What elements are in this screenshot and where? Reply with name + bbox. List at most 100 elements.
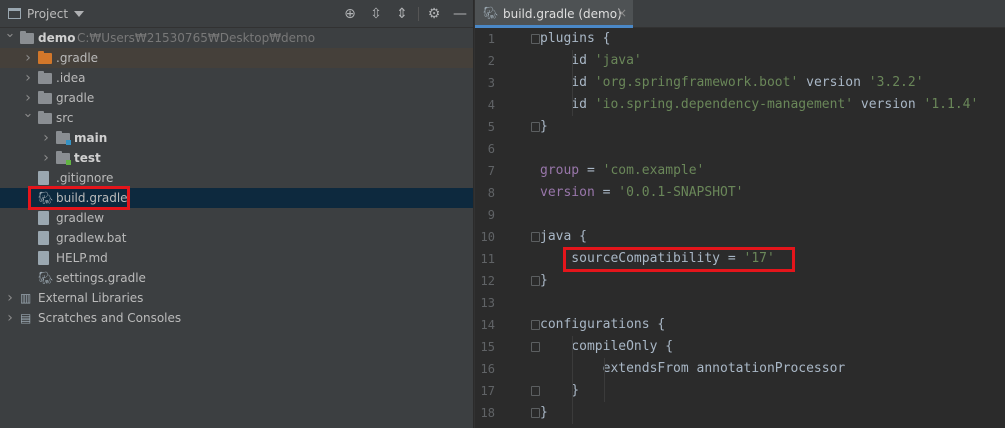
tree-item-label: .idea (56, 71, 86, 85)
tree-item-label: src (56, 111, 74, 125)
close-icon[interactable]: × (617, 6, 627, 20)
tree-item-label: gradlew.bat (56, 231, 127, 245)
folder-icon (38, 51, 52, 64)
fold-marker-icon[interactable] (531, 342, 540, 352)
folder-icon (56, 131, 71, 145)
chevron-down-icon[interactable]: ⌄ (22, 107, 34, 120)
code-line[interactable]: id 'org.springframework.boot' version '3… (540, 72, 923, 94)
folder-icon (20, 31, 34, 44)
tree-item-external-libraries[interactable]: › ▥ External Libraries (0, 288, 473, 308)
file-icon (38, 171, 49, 185)
code-line[interactable]: java { (540, 226, 587, 248)
chevron-down-icon[interactable] (74, 11, 84, 17)
fold-marker-icon[interactable] (531, 122, 540, 132)
tree-item-demo[interactable]: ⌄ demo C:₩Users₩21530765₩Desktop₩demo (0, 27, 473, 48)
code-line[interactable]: id 'java' (540, 50, 641, 72)
line-number: 14 (480, 318, 495, 332)
tree-item-gradlew[interactable]: gradlew (0, 208, 473, 228)
tree-item-label: test (74, 151, 101, 165)
project-panel: Project ⊕ ⇳ ⇕ ⚙ — ⌄ demo C:₩Users₩21530765… (0, 0, 473, 428)
tree-item-label: gradlew (56, 211, 105, 225)
code-line[interactable]: extendsFrom annotationProcessor (540, 358, 846, 380)
line-number: 18 (480, 406, 495, 420)
tree-item-test[interactable]: › test (0, 148, 473, 168)
project-header: Project ⊕ ⇳ ⇕ ⚙ — (0, 0, 473, 28)
code-line[interactable]: version = '0.0.1-SNAPSHOT' (540, 182, 744, 204)
chevron-right-icon[interactable]: › (22, 51, 34, 65)
tree-item-label: .gradle (56, 51, 99, 65)
line-number: 10 (480, 230, 495, 244)
fold-marker-icon[interactable] (531, 320, 540, 330)
code-line[interactable]: configurations { (540, 314, 665, 336)
code-area[interactable]: 1 plugins {2 id 'java' 3 id 'org.springfra… (475, 28, 1005, 428)
expand-all-icon[interactable]: ⇳ (367, 5, 385, 23)
fold-marker-icon[interactable] (531, 276, 540, 286)
editor-tabbar: 🐘︎ build.gradle (demo) × (475, 0, 1005, 28)
chevron-right-icon[interactable]: › (40, 151, 52, 165)
chevron-right-icon[interactable]: › (22, 71, 34, 85)
tree-item-label: External Libraries (38, 291, 144, 305)
line-number: 16 (480, 362, 495, 376)
tree-item-main[interactable]: › main (0, 128, 473, 148)
editor-panel: 🐘︎ build.gradle (demo) × 1 plugins { 2 id … (474, 0, 1005, 428)
line-number: 1 (487, 32, 495, 46)
chevron-right-icon[interactable]: › (40, 131, 52, 145)
code-line[interactable]: compileOnly { (540, 336, 673, 358)
line-number: 6 (487, 142, 495, 156)
code-line[interactable]: } (540, 116, 548, 138)
gear-icon[interactable]: ⚙ (425, 5, 443, 23)
code-line[interactable]: } (540, 402, 548, 424)
project-title[interactable]: Project (27, 7, 68, 21)
highlight-box-source-compat (563, 247, 795, 272)
chevron-right-icon[interactable]: › (4, 291, 16, 305)
highlight-box-build-gradle (28, 186, 130, 210)
fold-marker-icon[interactable] (531, 34, 540, 44)
tree-item-label: gradle (56, 91, 95, 105)
gradle-elephant-icon: 🐘︎ (483, 6, 499, 20)
chevron-right-icon[interactable]: › (22, 91, 34, 105)
tree-item-idea[interactable]: › .idea (0, 68, 473, 88)
tab-label: build.gradle (demo) (503, 7, 622, 21)
project-path: C:₩Users₩21530765₩Desktop₩demo (77, 31, 316, 45)
code-line[interactable]: group = 'com.example' (540, 160, 704, 182)
tree-item-label: settings.gradle (56, 271, 146, 285)
tree-item-label: demo (38, 31, 76, 45)
tree-item-label: main (74, 131, 108, 145)
indent-guide (572, 336, 573, 424)
chevron-right-icon[interactable]: › (4, 311, 16, 325)
collapse-all-icon[interactable]: ⇕ (393, 5, 411, 23)
folder-icon (38, 71, 52, 84)
fold-marker-icon[interactable] (531, 232, 540, 242)
folder-icon (56, 151, 71, 165)
crosshair-icon[interactable]: ⊕ (341, 5, 359, 23)
line-number: 8 (487, 186, 495, 200)
minus-icon[interactable]: — (451, 5, 469, 23)
tree-item-help-md[interactable]: HELP.md (0, 248, 473, 268)
line-number: 9 (487, 208, 495, 222)
chevron-down-icon[interactable]: ⌄ (4, 27, 16, 40)
tree-item-label: .gitignore (56, 171, 114, 185)
tree-item-scratches-and-consoles[interactable]: › ▤ Scratches and Consoles (0, 308, 473, 328)
library-icon: ▥ (20, 291, 32, 305)
tree-item-gradle[interactable]: › .gradle (0, 48, 473, 68)
tab-build-gradle[interactable]: 🐘︎ build.gradle (demo) × (475, 0, 633, 28)
code-line[interactable]: } (540, 380, 579, 402)
tree-item-gradlew-bat[interactable]: gradlew.bat (0, 228, 473, 248)
code-line[interactable]: id 'io.spring.dependency-management' ver… (540, 94, 978, 116)
folder-icon (38, 91, 52, 104)
gradle-elephant-icon: 🐘︎ (38, 271, 54, 285)
code-line[interactable]: plugins { (540, 28, 610, 50)
line-number: 2 (487, 54, 495, 68)
file-icon (38, 211, 49, 225)
tree-item-gitignore[interactable]: .gitignore (0, 168, 473, 188)
tree-item-gradle[interactable]: › gradle (0, 88, 473, 108)
project-window-icon (8, 8, 21, 19)
tree-item-settings-gradle[interactable]: 🐘︎ settings.gradle (0, 268, 473, 288)
indent-guide (572, 50, 573, 116)
line-number: 13 (480, 296, 495, 310)
fold-marker-icon[interactable] (531, 408, 540, 418)
fold-marker-icon[interactable] (531, 386, 540, 396)
toolbar-divider (418, 7, 419, 21)
tree-item-src[interactable]: ⌄ src (0, 107, 473, 128)
code-line[interactable]: } (540, 270, 548, 292)
